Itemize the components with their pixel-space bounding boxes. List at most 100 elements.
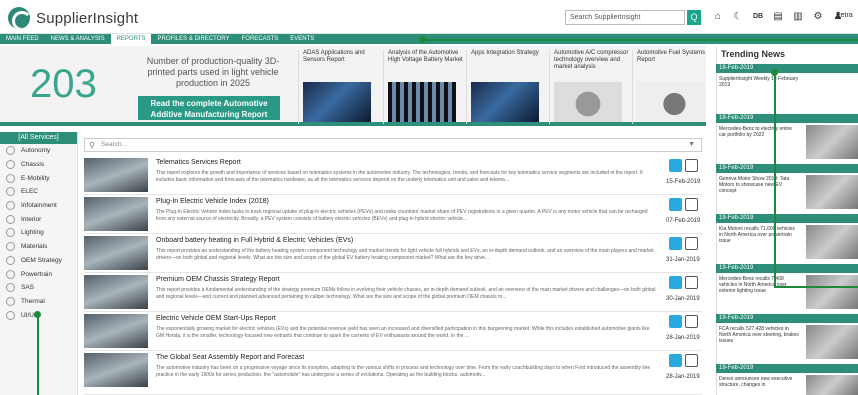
report-thumbnail	[84, 236, 148, 270]
logo[interactable]: SupplierInsight	[8, 7, 138, 29]
banner-text: Number of production-quality 3D-printed …	[146, 56, 280, 88]
read-report-icon[interactable]	[669, 159, 682, 172]
sidebar-item-label: Interior	[21, 215, 42, 223]
document-icon[interactable]: ▤	[772, 11, 784, 22]
trending-date: 18-Feb-2019	[716, 114, 858, 123]
trending-text[interactable]: Mercedes-Benz recalls 7,468 vehicles in …	[719, 276, 799, 294]
global-search-input[interactable]: Search SupplierInsight	[565, 10, 685, 25]
trending-item[interactable]: 19-Feb-2019 Mercedes-Benz recalls 7,468 …	[716, 264, 858, 314]
trending-item[interactable]: 19-Feb-2019 Denso announces new executiv…	[716, 364, 858, 395]
nav-forecasts[interactable]: FORECASTS	[236, 34, 285, 44]
report-thumbnail	[84, 314, 148, 348]
banner-cta-button[interactable]: Read the complete Automotive Additive Ma…	[138, 96, 280, 120]
report-row[interactable]: Electric Vehicle OEM Start-Ups Report Th…	[84, 312, 702, 351]
sidebar-item-interior[interactable]: Interior	[0, 212, 77, 226]
trending-text[interactable]: Kia Motors recalls 71,600 vehicles in No…	[719, 226, 799, 244]
read-report-icon[interactable]	[669, 237, 682, 250]
teaser-fuel-systems[interactable]: Automotive Fuel Systems Report	[632, 50, 712, 124]
sidebar-item-e-mobility[interactable]: E-Mobility	[0, 171, 77, 185]
read-report-icon[interactable]	[669, 354, 682, 367]
chevron-down-icon[interactable]: ▼	[688, 141, 695, 148]
report-title[interactable]: The Global Seat Assembly Report and Fore…	[156, 354, 304, 361]
copy-report-icon[interactable]	[685, 198, 698, 211]
gear-icon[interactable]: ⚙	[812, 11, 824, 22]
sidebar-item-autonomy[interactable]: Autonomy	[0, 144, 77, 158]
trending-image	[806, 325, 858, 359]
report-row[interactable]: Plug-In Electric Vehicle Index (2018) Th…	[84, 195, 702, 234]
report-description: This report explores the growth and impo…	[156, 170, 643, 183]
report-title[interactable]: Plug-In Electric Vehicle Index (2018)	[156, 198, 269, 205]
sidebar-item-label: Autonomy	[21, 147, 51, 155]
user-name[interactable]: Petra	[836, 12, 853, 19]
ui-ux-icon	[6, 310, 15, 320]
copy-report-icon[interactable]	[685, 276, 698, 289]
logo-mark-icon	[8, 7, 30, 29]
teaser-title: Analysis of the Automotive High Voltage …	[388, 50, 463, 63]
teaser-image	[637, 82, 705, 122]
copy-report-icon[interactable]	[685, 237, 698, 250]
teaser-ac-compressor[interactable]: Automotive A/C compressor technology ove…	[549, 50, 629, 124]
trending-image	[806, 125, 858, 159]
nav-reports[interactable]: REPORTS	[110, 34, 152, 44]
read-report-icon[interactable]	[669, 276, 682, 289]
home-icon[interactable]: ⌂	[712, 11, 724, 22]
trending-item[interactable]: 19-Feb-2019 FCA recalls 527,428 vehicles…	[716, 314, 858, 364]
sidebar-item-lighting[interactable]: Lighting	[0, 226, 77, 240]
sidebar-item-label: Powertrain	[21, 270, 53, 278]
copy-report-icon[interactable]	[685, 315, 698, 328]
report-title[interactable]: Premium OEM Chassis Strategy Report	[156, 276, 280, 283]
copy-report-icon[interactable]	[685, 159, 698, 172]
report-title[interactable]: Electric Vehicle OEM Start-Ups Report	[156, 315, 276, 322]
sidebar-item-powertrain[interactable]: Powertrain	[0, 267, 77, 281]
sidebar-item-materials[interactable]: Materials	[0, 240, 77, 254]
trending-date: 19-Feb-2019	[716, 314, 858, 323]
annotation-line	[774, 286, 858, 288]
nav-events[interactable]: EVENTS	[284, 34, 320, 44]
nav-profiles-directory[interactable]: PROFILES & DIRECTORY	[151, 34, 235, 44]
report-description: This report provides a fundamental under…	[156, 287, 656, 300]
elec-icon	[6, 187, 15, 197]
sidebar-item-elec[interactable]: ELEC	[0, 185, 77, 199]
sidebar-item-label: Lighting	[21, 229, 44, 237]
report-title[interactable]: Onboard battery heating in Full Hybrid &…	[156, 237, 353, 244]
copy-report-icon[interactable]	[685, 354, 698, 367]
report-row[interactable]: Telematics Services Report This report e…	[84, 156, 702, 195]
teaser-battery[interactable]: Analysis of the Automotive High Voltage …	[383, 50, 463, 124]
report-title[interactable]: Telematics Services Report	[156, 159, 241, 166]
chart-icon[interactable]: ▥	[792, 11, 804, 22]
trending-text[interactable]: Geneva Motor Show 2019: Tata Motors to s…	[719, 176, 799, 194]
sidebar-item-label: Chassis	[21, 161, 45, 169]
teaser-title: ADAS Applications and Sensors Report	[303, 50, 365, 63]
sidebar-item-thermal[interactable]: Thermal	[0, 295, 77, 309]
e-mobility-icon	[6, 173, 15, 183]
nav-news-analysis[interactable]: NEWS & ANALYSIS	[45, 34, 111, 44]
teaser-adas[interactable]: ADAS Applications and Sensors Report	[298, 50, 378, 124]
top-header: SupplierInsight Search SupplierInsight Q…	[0, 0, 858, 34]
report-row[interactable]: The Global Seat Assembly Report and Fore…	[84, 351, 702, 395]
report-search-input[interactable]: ⚲ Search... ▼	[84, 138, 702, 152]
db-icon[interactable]: DB	[752, 13, 764, 20]
trending-text[interactable]: SupplierInsight Weekly 18 February 2019	[719, 76, 799, 88]
sidebar-all-services[interactable]: [All Services]	[0, 132, 77, 144]
nav-main-feed[interactable]: MAIN FEED	[0, 34, 45, 44]
search-button[interactable]: Q	[687, 10, 701, 25]
trending-item[interactable]: 18-Feb-2019 SupplierInsight Weekly 18 Fe…	[716, 64, 858, 114]
sidebar-item-infotainment[interactable]: Infotainment	[0, 199, 77, 213]
report-row[interactable]: Premium OEM Chassis Strategy Report This…	[84, 273, 702, 312]
sidebar-item-oem-strategy[interactable]: OEM Strategy	[0, 254, 77, 268]
teaser-apps[interactable]: Apps Integration Strategy	[466, 50, 546, 124]
teaser-image	[554, 82, 622, 122]
trending-text[interactable]: Mercedes-Benz to electrify entire car po…	[719, 126, 799, 138]
trending-item[interactable]: 18-Feb-2019 Mercedes-Benz to electrify e…	[716, 114, 858, 164]
trending-text[interactable]: FCA recalls 527,428 vehicles in North Am…	[719, 326, 799, 344]
report-row[interactable]: Onboard battery heating in Full Hybrid &…	[84, 234, 702, 273]
moon-icon[interactable]: ☾	[732, 11, 744, 22]
sidebar-item-chassis[interactable]: Chassis	[0, 158, 77, 172]
trending-item[interactable]: 19-Feb-2019 Kia Motors recalls 71,600 ve…	[716, 214, 858, 264]
trending-text[interactable]: Denso announces new executive structure,…	[719, 376, 799, 388]
sidebar-item-sas[interactable]: SAS	[0, 281, 77, 295]
report-description: The Plug-In Electric Vehicle Index tasks…	[156, 209, 648, 222]
read-report-icon[interactable]	[669, 198, 682, 211]
trending-item[interactable]: 19-Feb-2019 Geneva Motor Show 2019: Tata…	[716, 164, 858, 214]
read-report-icon[interactable]	[669, 315, 682, 328]
